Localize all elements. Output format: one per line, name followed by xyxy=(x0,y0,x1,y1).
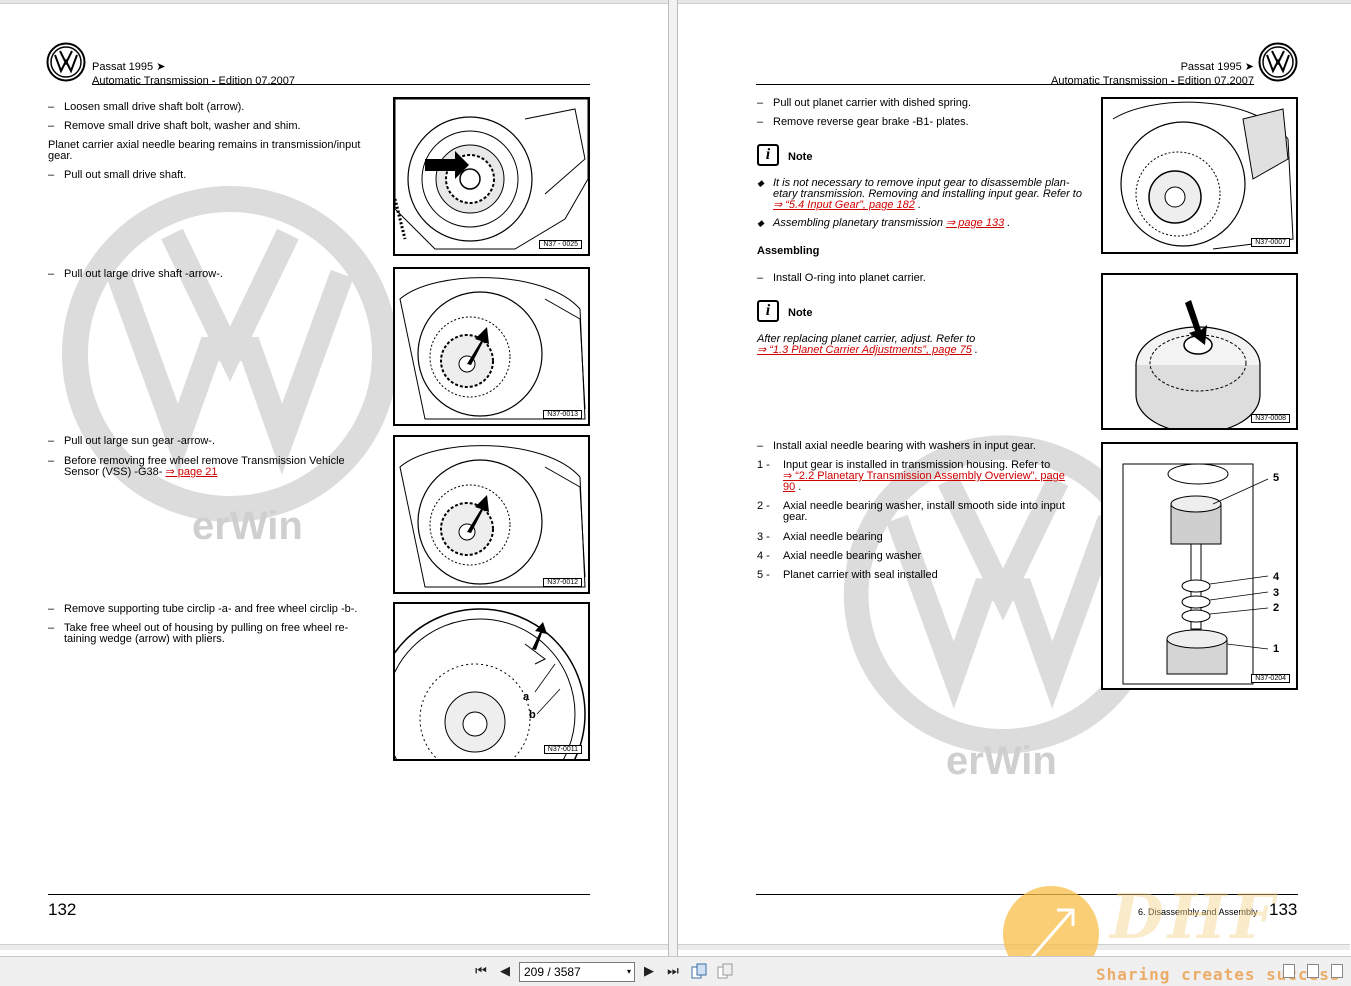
page-133: erWin Passat 1995 ➤ Automatic Transmissi… xyxy=(678,4,1350,950)
figure-id: N37 - 0025 xyxy=(539,240,582,249)
figure-id: N37-0008 xyxy=(1251,414,1290,423)
header-model: Passat 1995 ➤ xyxy=(92,61,166,73)
page-gutter xyxy=(668,0,678,956)
header-model: Passat 1995 ➤ xyxy=(1180,61,1254,73)
rotate-view-icon[interactable] xyxy=(690,963,708,981)
note-bullet: ◆ It is not necessary to remove input ge… xyxy=(757,177,1082,211)
page-header: Passat 1995 ➤ Automatic Transmission - E… xyxy=(756,42,1298,87)
note-heading: Note xyxy=(788,307,813,319)
next-page-button[interactable]: ▶ xyxy=(640,963,658,981)
callout-5: 5 xyxy=(1273,472,1279,484)
page-number: 132 xyxy=(48,900,77,919)
last-page-button[interactable]: ⏭ xyxy=(664,963,682,981)
figure-id: N37-0204 xyxy=(1251,674,1290,683)
page-link[interactable]: ⇒ “1.3 Planet Carrier Adjustments”, page… xyxy=(757,344,972,356)
page-link[interactable]: ⇒ “5.4 Input Gear”, page 182 xyxy=(773,199,915,211)
figure-id: N37-0013 xyxy=(543,410,582,419)
erwin-brand: erWin xyxy=(946,739,1057,783)
callout-3: 3 xyxy=(1273,587,1279,599)
info-icon: i xyxy=(757,300,779,322)
footer-rule xyxy=(48,894,590,895)
header-title: Automatic Transmission - Edition 07.2007 xyxy=(1051,75,1254,87)
first-page-button[interactable]: ⏮ xyxy=(472,963,490,981)
figure-input-gear-assembly: 5 4 3 2 1 N37-0204 xyxy=(1101,442,1298,690)
figure-id: N37-0011 xyxy=(543,745,582,754)
erwin-brand: erWin xyxy=(192,504,303,548)
prev-page-button[interactable]: ◀ xyxy=(496,963,514,981)
page-header: Passat 1995 ➤ Automatic Transmission - E… xyxy=(46,42,590,87)
figure-free-wheel: a b N37-0011 xyxy=(393,602,590,761)
single-page-view-icon[interactable] xyxy=(1283,964,1295,978)
sharing-watermark-text: Sharing creates success xyxy=(1096,965,1341,984)
legend-item: 2 - Axial needle bearing washer, install… xyxy=(757,500,1065,523)
figure-id: N37-0012 xyxy=(543,578,582,587)
page-number-input[interactable]: 209 / 3587 ▾ xyxy=(519,962,635,982)
note-text: After replacing planet carrier, adjust. … xyxy=(757,333,978,356)
document-viewer[interactable]: erWin Passat 1995 ➤ Automatic Transmissi… xyxy=(0,0,1351,956)
vw-watermark xyxy=(60,174,400,554)
info-icon: i xyxy=(757,144,779,166)
facing-view-icon[interactable] xyxy=(1331,964,1343,978)
figure-planet-carrier: N37-0007 xyxy=(1101,97,1298,254)
continuous-view-icon[interactable] xyxy=(1307,964,1319,978)
callout-4: 4 xyxy=(1273,571,1280,583)
two-page-view-icon[interactable] xyxy=(716,963,734,981)
chevron-down-icon[interactable]: ▾ xyxy=(627,963,631,981)
page-132: erWin Passat 1995 ➤ Automatic Transmissi… xyxy=(0,4,668,950)
figure-id: N37-0007 xyxy=(1251,238,1290,247)
callout-b: b xyxy=(529,709,536,721)
dhf-watermark-text: DHF xyxy=(1110,880,1279,953)
legend-item: 4 - Axial needle bearing washer xyxy=(757,550,922,562)
page-edge xyxy=(0,944,668,950)
page-link[interactable]: ⇒ “2.2 Planetary Transmission Assembly O… xyxy=(783,470,1065,493)
section-heading: Assembling xyxy=(757,245,820,257)
vw-logo-icon xyxy=(1258,42,1298,82)
note-heading: Note xyxy=(788,151,813,163)
pdf-toolbar: ⏮ ◀ 209 / 3587 ▾ ▶ ⏭ Sharing creates suc… xyxy=(0,956,1351,986)
page-link[interactable]: ⇒ page 21 xyxy=(165,466,217,478)
page-link[interactable]: ⇒ page 133 xyxy=(946,217,1004,229)
header-title: Automatic Transmission - Edition 07.2007 xyxy=(92,75,295,87)
figure-large-drive-shaft: N37-0013 xyxy=(393,267,590,426)
figure-large-sun-gear: N37-0012 xyxy=(393,435,590,594)
figure-o-ring: N37-0008 xyxy=(1101,273,1298,430)
list-item: Planet carrier axial needle bearing rema… xyxy=(48,139,361,162)
note-bullet: ◆ Assembling planetary transmission ⇒ pa… xyxy=(757,217,1011,229)
vw-logo-icon xyxy=(46,42,86,82)
figure-drive-shaft-bolt: N37 - 0025 xyxy=(393,97,590,256)
callout-1: 1 xyxy=(1273,643,1279,655)
legend-item: 5 - Planet carrier with seal installed xyxy=(757,569,938,581)
callout-a: a xyxy=(523,691,530,703)
legend-item: 3 - Axial needle bearing xyxy=(757,531,883,543)
legend-item: 1 - Input gear is installed in transmiss… xyxy=(757,459,1065,493)
callout-2: 2 xyxy=(1273,602,1279,614)
